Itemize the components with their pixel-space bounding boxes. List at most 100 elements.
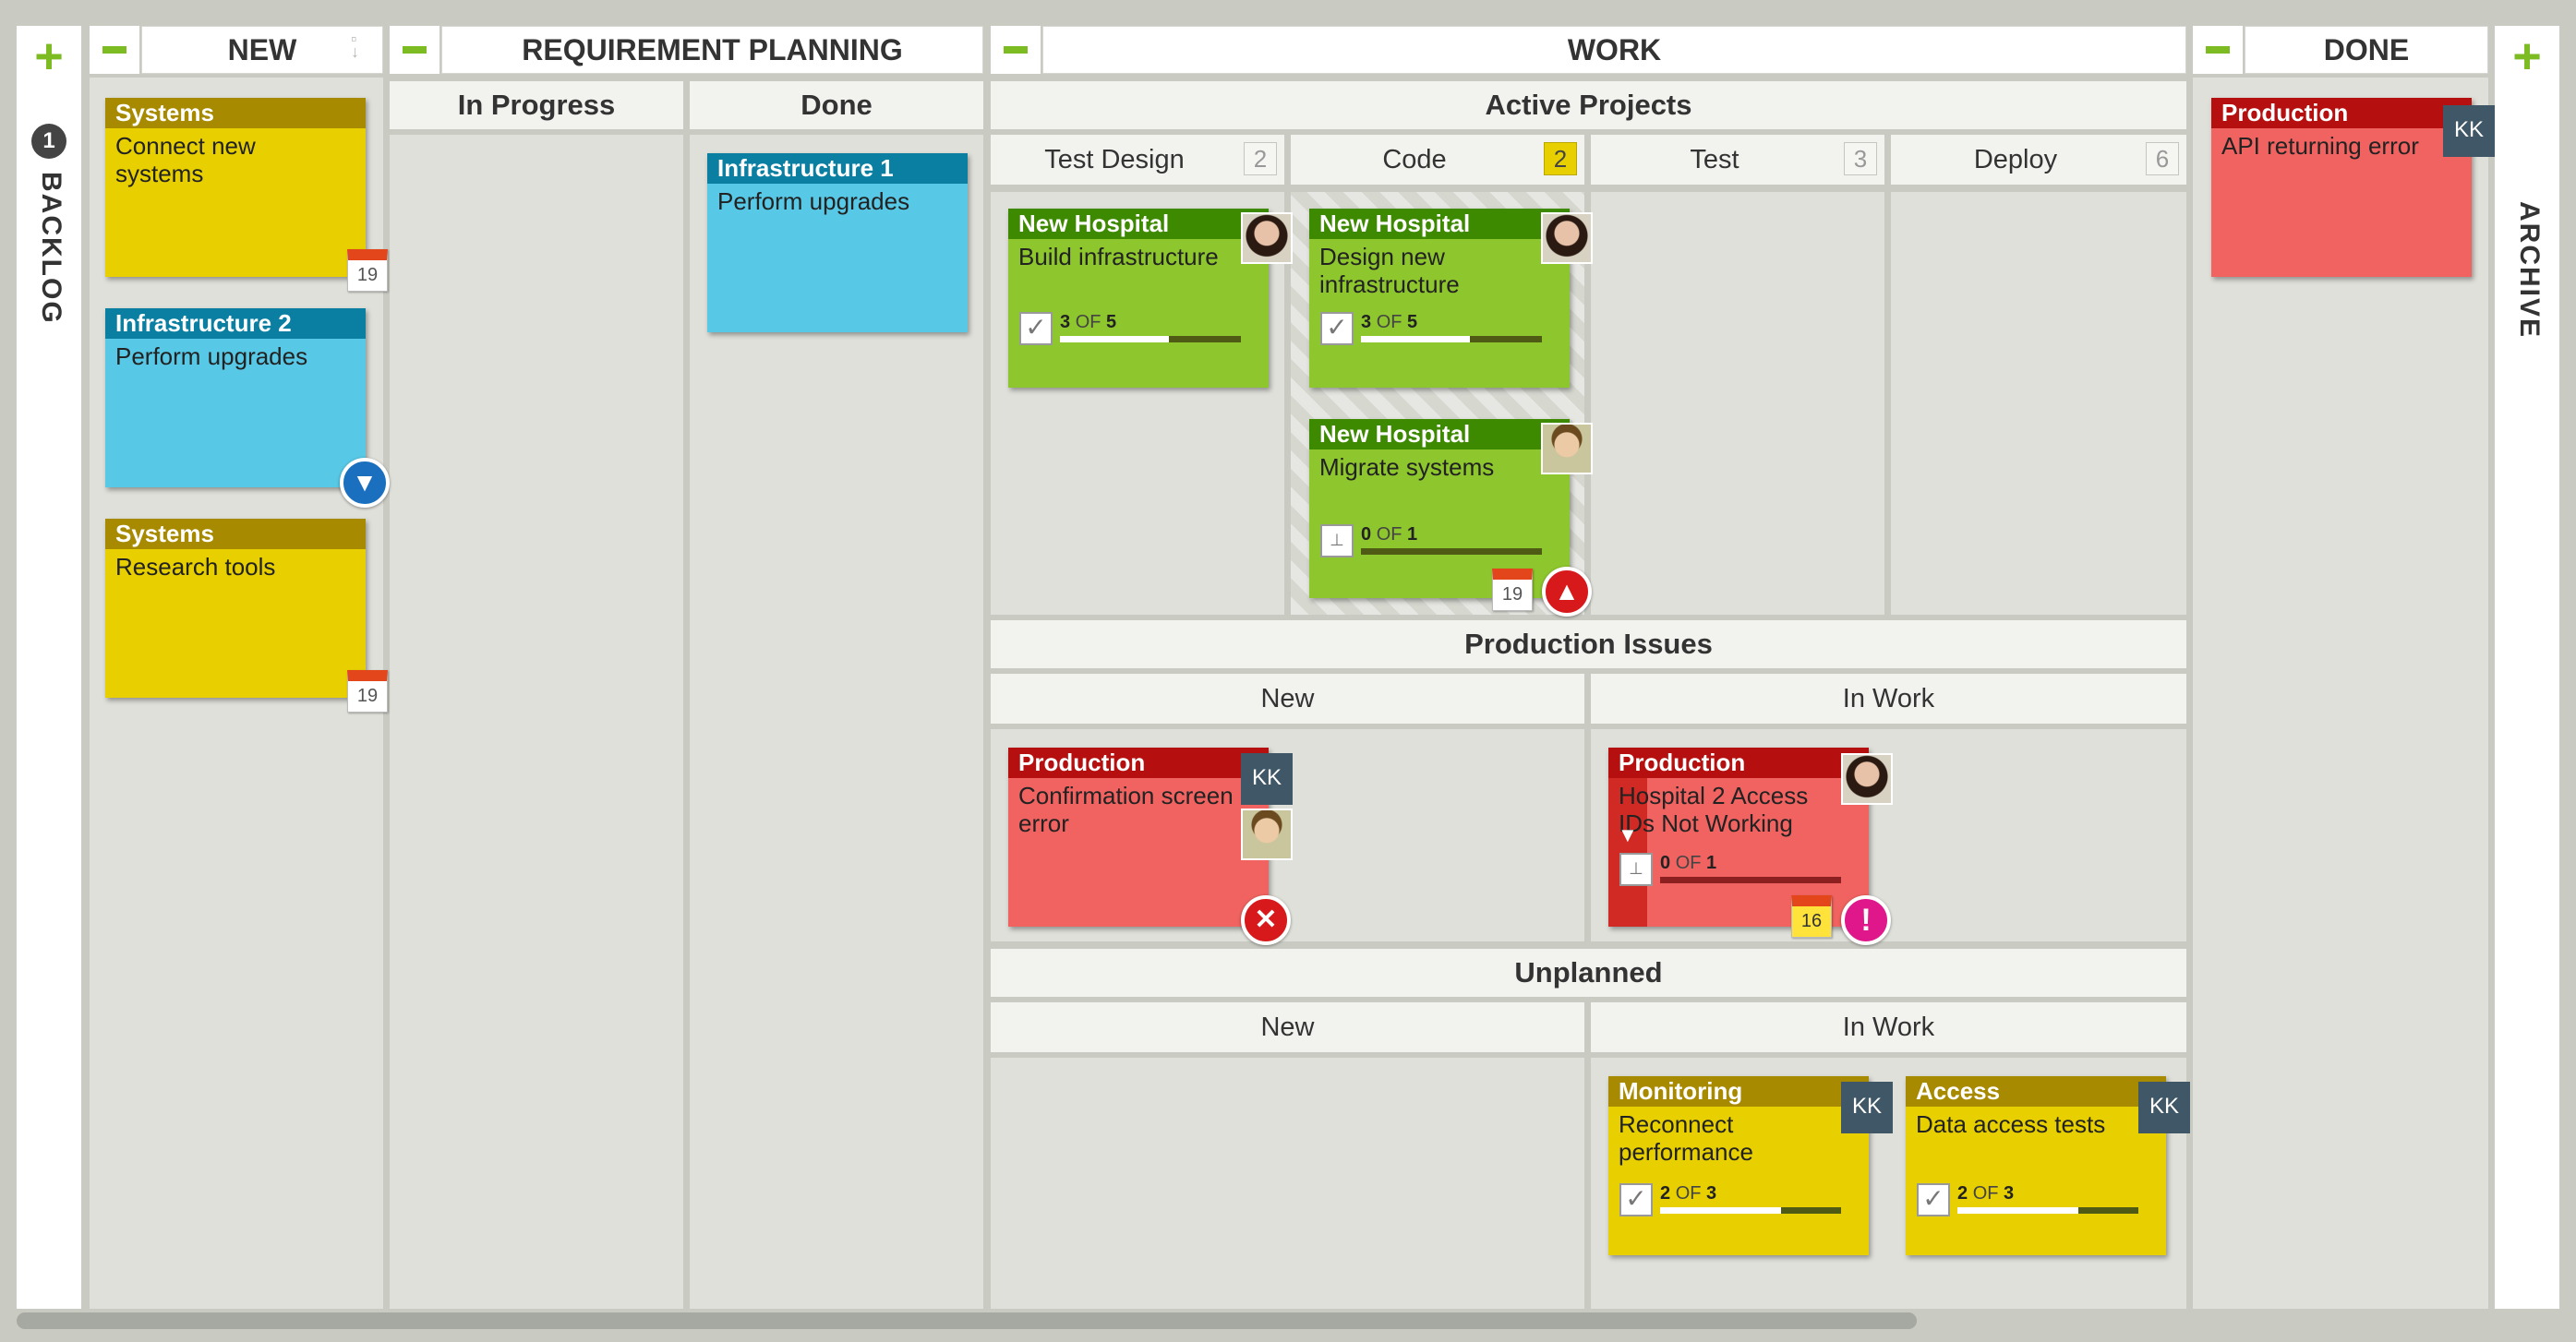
archive-sidebar[interactable]: + ARCHIVE (2495, 26, 2559, 1309)
card-production-api[interactable]: Production API returning error (2211, 98, 2472, 277)
card-body: Connect new systems (115, 132, 256, 187)
progress-bar (1660, 877, 1841, 883)
column-label: Test (1690, 144, 1739, 174)
wip-count-badge: 2 (1244, 142, 1277, 175)
avatar[interactable] (1241, 809, 1293, 860)
card-systems-connect[interactable]: Systems Connect new systems (105, 98, 366, 277)
card-infrastructure-2[interactable]: Infrastructure 2 Perform upgrades (105, 308, 366, 487)
column-pi-in-work[interactable]: In Work (1591, 674, 2186, 724)
subheader-active-projects[interactable]: Active Projects (991, 81, 2186, 129)
card-production-confirmation[interactable]: Production Confirmation screen error (1008, 748, 1269, 927)
avatar[interactable] (1541, 212, 1593, 264)
checklist-icon[interactable]: ✓ (1917, 1183, 1950, 1216)
avatar[interactable] (1841, 753, 1893, 805)
card-title: New Hospital (1008, 209, 1269, 239)
backlog-sidebar[interactable]: + 1 BACKLOG (17, 26, 81, 1309)
add-archive-button[interactable]: + (2495, 31, 2559, 87)
subheader-in-progress[interactable]: In Progress (390, 81, 683, 129)
calendar-icon[interactable]: 19 (1492, 569, 1533, 611)
subheader-unplanned[interactable]: Unplanned (991, 949, 2186, 997)
wip-count-badge: 3 (1844, 142, 1877, 175)
column-deploy[interactable]: Deploy 6 (1891, 135, 2186, 185)
card-body: Build infrastructure (1018, 243, 1219, 270)
card-title: Production (2211, 98, 2472, 128)
header-req-label: REQUIREMENT PLANNING (522, 32, 903, 66)
card-body: API returning error (2221, 132, 2419, 160)
column-test[interactable]: Test 3 (1591, 135, 1884, 185)
alert-icon[interactable]: ! (1841, 895, 1891, 945)
horizontal-scrollbar[interactable] (17, 1311, 2559, 1331)
scrollbar-thumb[interactable] (17, 1312, 1917, 1329)
column-label: Deploy (1973, 144, 2058, 174)
card-title: Systems (105, 519, 366, 549)
subheader-production-issues[interactable]: Production Issues (991, 620, 2186, 668)
header-requirement-planning[interactable]: REQUIREMENT PLANNING (441, 26, 983, 74)
subtasks-icon[interactable]: ⊥ (1320, 524, 1354, 557)
card-body: Hospital 2 Access IDs Not Working (1619, 782, 1809, 837)
checklist-icon[interactable]: ✓ (1019, 312, 1053, 345)
column-label: Test Design (1044, 144, 1185, 174)
header-new[interactable]: NEW ▫ ↓ (141, 26, 383, 74)
collapse-req-planning-button[interactable] (390, 26, 439, 74)
backlog-label: BACKLOG (36, 172, 66, 325)
checklist-icon[interactable]: ✓ (1619, 1183, 1653, 1216)
subheader-req-done[interactable]: Done (690, 81, 983, 129)
header-work[interactable]: WORK (1042, 26, 2186, 74)
minus-icon (1004, 46, 1028, 54)
collapse-done-button[interactable] (2193, 26, 2243, 74)
header-work-label: WORK (1567, 32, 1662, 66)
column-code[interactable]: Code 2 (1291, 135, 1584, 185)
drop-down-arrow-icon[interactable]: ▫ ↓ (351, 30, 364, 60)
calendar-icon[interactable]: 19 (347, 249, 388, 292)
header-new-label: NEW (227, 32, 297, 66)
column-un-new[interactable]: New (991, 1002, 1584, 1052)
user-initials-badge[interactable]: KK (2443, 105, 2495, 157)
card-new-hospital-design[interactable]: New Hospital Design new infrastructure ✓… (1309, 209, 1570, 388)
minus-icon (2206, 46, 2230, 54)
progress-bar (1957, 1207, 2138, 1214)
calendar-icon[interactable]: 16 (1791, 895, 1832, 938)
user-initials-badge[interactable]: KK (2138, 1082, 2190, 1133)
progress-text: 2 OF 3 (1957, 1183, 2015, 1204)
add-backlog-button[interactable]: + (17, 31, 81, 87)
priority-high-icon[interactable]: ▲ (1542, 567, 1592, 617)
lane-test (1591, 192, 1884, 615)
priority-low-icon[interactable]: ▼ (340, 458, 390, 508)
progress-text: 0 OF 1 (1660, 853, 1717, 873)
card-monitoring[interactable]: Monitoring Reconnect performance ✓ 2 OF … (1608, 1076, 1869, 1255)
card-body: Reconnect performance (1619, 1110, 1753, 1166)
progress-bar (1361, 548, 1542, 555)
card-title: Infrastructure 2 (105, 308, 366, 339)
column-un-in-work[interactable]: In Work (1591, 1002, 2186, 1052)
column-pi-new[interactable]: New (991, 674, 1584, 724)
checklist-icon[interactable]: ✓ (1320, 312, 1354, 345)
header-done[interactable]: DONE (2245, 26, 2488, 74)
card-access[interactable]: Access Data access tests ✓ 2 OF 3 (1906, 1076, 2166, 1255)
subtasks-icon[interactable]: ⊥ (1619, 853, 1653, 886)
calendar-icon[interactable]: 19 (347, 670, 388, 713)
card-title: Monitoring (1608, 1076, 1869, 1107)
column-label: Code (1382, 144, 1447, 174)
card-infrastructure-1[interactable]: Infrastructure 1 Perform upgrades (707, 153, 968, 332)
card-systems-research[interactable]: Systems Research tools (105, 519, 366, 698)
column-test-design[interactable]: Test Design 2 (991, 135, 1284, 185)
card-body: Data access tests (1916, 1110, 2106, 1138)
card-new-hospital-build[interactable]: New Hospital Build infrastructure ✓ 3 OF… (1008, 209, 1269, 388)
avatar[interactable] (1241, 212, 1293, 264)
progress-text: 3 OF 5 (1361, 312, 1418, 332)
collapse-new-button[interactable] (90, 26, 139, 74)
avatar[interactable] (1541, 423, 1593, 474)
progress-bar (1060, 336, 1241, 342)
card-body: Migrate systems (1319, 453, 1495, 481)
blocked-icon[interactable]: ✕ (1241, 895, 1291, 945)
collapse-arrow-icon[interactable]: ▼ (1618, 823, 1638, 847)
wip-count-badge: 2 (1544, 142, 1577, 175)
minus-icon (403, 46, 427, 54)
collapse-work-button[interactable] (991, 26, 1041, 74)
minus-icon (102, 46, 126, 54)
card-body: Perform upgrades (115, 342, 308, 370)
user-initials-badge[interactable]: KK (1841, 1082, 1893, 1133)
card-title: Infrastructure 1 (707, 153, 968, 184)
user-initials-badge[interactable]: KK (1241, 753, 1293, 805)
wip-count-badge: 6 (2146, 142, 2179, 175)
